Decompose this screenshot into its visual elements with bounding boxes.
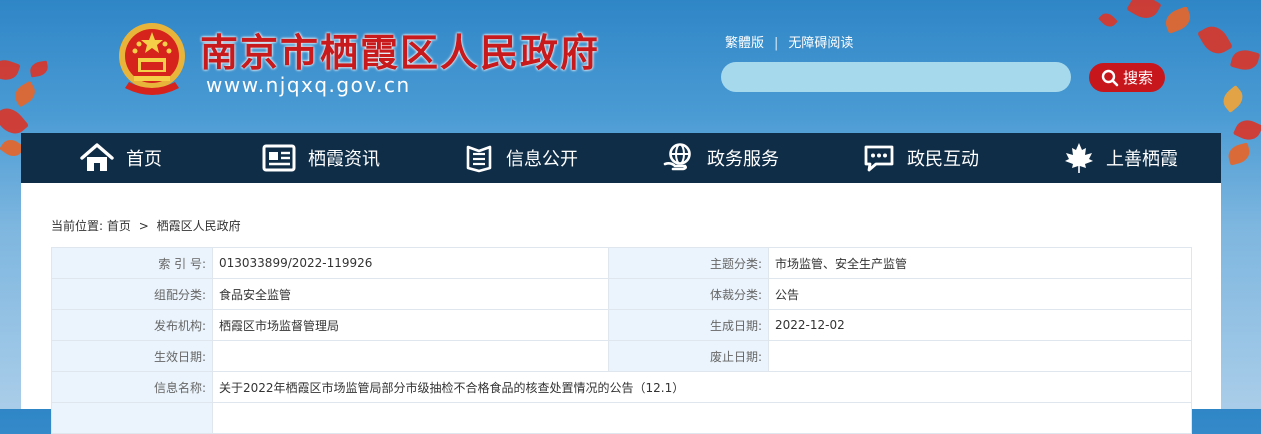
metadata-table: 索 引 号: 013033899/2022-119926 主题分类: 市场监管、… [51, 247, 1192, 434]
category-value: 食品安全监管 [212, 278, 609, 310]
nav-label-qixia: 上善栖霞 [1106, 149, 1178, 170]
table-row: 生效日期: 废止日期: [51, 340, 1192, 372]
abolished-date-value [768, 340, 1192, 372]
index-value: 013033899/2022-119926 [212, 247, 609, 279]
content-panel: 当前位置: 首页 > 栖霞区人民政府 索 引 号: 013033899/2022… [21, 183, 1221, 434]
table-row: 信息名称: 关于2022年栖霞区市场监管局部分市级抽检不合格食品的核查处置情况的… [51, 371, 1192, 403]
search-button-label: 搜索 [1122, 69, 1153, 87]
abolished-date-label: 废止日期: [608, 340, 769, 372]
publisher-label: 发布机构: [51, 309, 213, 341]
chat-icon [864, 145, 894, 172]
effective-date-label: 生效日期: [51, 340, 213, 372]
globe-hand-icon [663, 143, 691, 171]
table-row: 索 引 号: 013033899/2022-119926 主题分类: 市场监管、… [51, 247, 1192, 279]
nav-item-interaction[interactable]: 政民互动 [821, 133, 1021, 183]
nav-item-qixia[interactable]: 上善栖霞 [1021, 133, 1221, 183]
table-row: 发布机构: 栖霞区市场监督管理局 生成日期: 2022-12-02 [51, 309, 1192, 341]
top-links: 繁體版 | 无障碍阅读 [725, 32, 853, 51]
genre-label: 体裁分类: [608, 278, 769, 310]
search-input[interactable] [721, 62, 1071, 92]
topic-value: 市场监管、安全生产监管 [768, 247, 1192, 279]
breadcrumb-home-link[interactable]: 首页 [107, 219, 131, 233]
national-emblem-icon [119, 23, 185, 95]
table-row: 组配分类: 食品安全监管 体裁分类: 公告 [51, 278, 1192, 310]
info-name-label: 信息名称: [51, 371, 213, 403]
site-header: 南京市栖霞区人民政府 www.njqxq.gov.cn 繁體版 | 无障碍阅读 搜索 [0, 0, 1261, 133]
search-button[interactable]: 搜索 [1089, 63, 1165, 92]
link-separator: | [774, 36, 779, 51]
table-row-cell [212, 402, 1192, 434]
nav-item-services[interactable]: 政务服务 [621, 133, 821, 183]
nav-item-home[interactable]: 首页 [21, 133, 221, 183]
nav-label-home: 首页 [126, 149, 162, 170]
nav-label-interaction: 政民互动 [907, 149, 979, 170]
nav-label-services: 政务服务 [707, 149, 779, 170]
news-icon [262, 144, 296, 172]
table-row-cell [51, 402, 213, 434]
nav-item-news[interactable]: 栖霞资讯 [221, 133, 421, 183]
index-label: 索 引 号: [51, 247, 213, 279]
main-nav: 首页 栖霞资讯 信息公开 政务服务 政民互动 上善栖霞 [21, 133, 1221, 183]
breadcrumb-separator: > [138, 219, 149, 233]
breadcrumb-government-link[interactable]: 栖霞区人民政府 [157, 219, 241, 233]
site-url: www.njqxq.gov.cn [206, 73, 411, 97]
category-label: 组配分类: [51, 278, 213, 310]
accessible-reading-link[interactable]: 无障碍阅读 [788, 36, 853, 51]
nav-item-information[interactable]: 信息公开 [421, 133, 621, 183]
book-icon [466, 145, 492, 173]
breadcrumb: 当前位置: 首页 > 栖霞区人民政府 [51, 217, 241, 234]
info-name-value: 关于2022年栖霞区市场监管局部分市级抽检不合格食品的核查处置情况的公告（12.… [212, 371, 1192, 403]
created-date-label: 生成日期: [608, 309, 769, 341]
home-icon [80, 143, 114, 171]
created-date-value: 2022-12-02 [768, 309, 1192, 341]
effective-date-value [212, 340, 609, 372]
search-icon [1101, 69, 1119, 86]
traditional-chinese-link[interactable]: 繁體版 [725, 36, 764, 51]
table-row [51, 402, 1192, 434]
topic-label: 主题分类: [608, 247, 769, 279]
publisher-value: 栖霞区市场监督管理局 [212, 309, 609, 341]
site-title: 南京市栖霞区人民政府 [200, 30, 601, 75]
nav-label-news: 栖霞资讯 [308, 149, 380, 170]
maple-leaf-icon [1065, 143, 1093, 173]
breadcrumb-prefix: 当前位置: [51, 219, 104, 233]
nav-label-information: 信息公开 [506, 149, 578, 170]
genre-value: 公告 [768, 278, 1192, 310]
